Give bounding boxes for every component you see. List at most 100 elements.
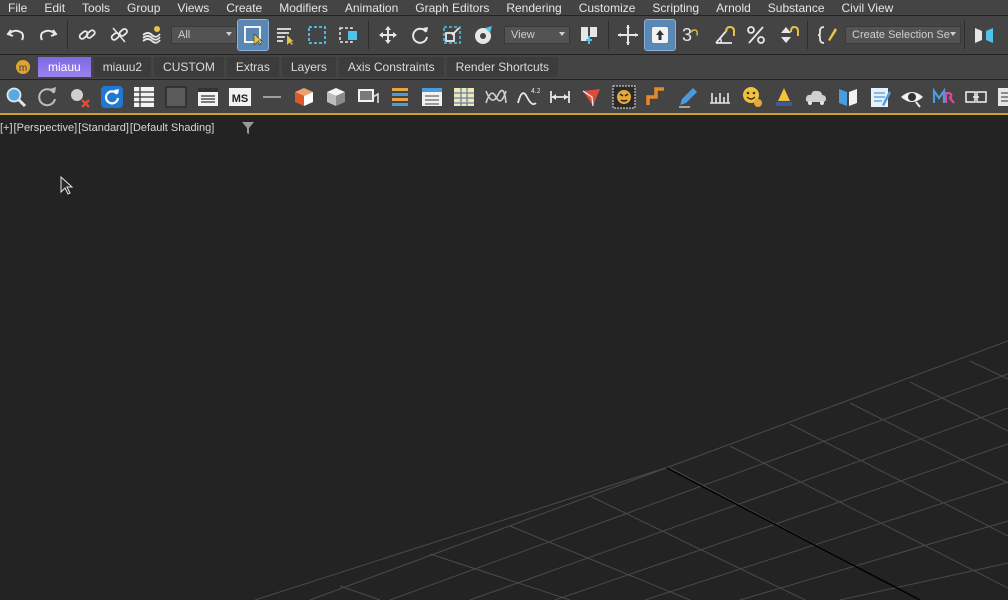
spinner-snap-button[interactable] (773, 20, 803, 50)
window-crossing-icon (339, 27, 357, 43)
menu-graph-editors[interactable]: Graph Editors (407, 1, 498, 15)
mirror-button[interactable] (969, 20, 999, 50)
menu-scripting[interactable]: Scripting (644, 1, 708, 15)
snap-toggle-button[interactable]: 3 (677, 20, 707, 50)
render-button[interactable] (355, 84, 381, 110)
tab-axis-constraints[interactable]: Axis Constraints (338, 57, 444, 77)
search-button[interactable] (3, 84, 29, 110)
table-button[interactable] (131, 84, 157, 110)
more-button[interactable] (995, 84, 1008, 110)
reset-button[interactable] (35, 84, 61, 110)
explorer-icon (422, 87, 442, 106)
grid-table-button[interactable] (451, 84, 477, 110)
tab-layers[interactable]: Layers (281, 57, 336, 77)
menu-bar: File Edit Tools Group Views Create Modifiers An… (0, 0, 1008, 15)
use-pivot-button[interactable] (574, 20, 604, 50)
refresh-button[interactable] (99, 84, 125, 110)
select-object-button[interactable] (237, 19, 269, 51)
menu-animation[interactable]: Animation (337, 1, 407, 15)
tab-render-shortcuts[interactable]: Render Shortcuts (446, 57, 558, 77)
panel-button[interactable] (195, 84, 221, 110)
named-selection-value: Create Selection Se (852, 29, 950, 41)
window-crossing-button[interactable] (334, 20, 364, 50)
connector-button[interactable] (963, 84, 989, 110)
measure-button[interactable] (547, 84, 573, 110)
notepad-button[interactable] (867, 84, 893, 110)
menu-file[interactable]: File (0, 1, 36, 15)
curve-editor-icon (485, 89, 507, 103)
perspective-viewport[interactable]: [+][Perspective][Standard][Default Shadi… (0, 116, 1008, 600)
smiley-button[interactable] (739, 84, 765, 110)
toolbar-separator (608, 21, 609, 49)
ruler-button[interactable] (707, 84, 733, 110)
delete-button[interactable] (67, 84, 93, 110)
menu-civil-view[interactable]: Civil View (834, 1, 903, 15)
pencil-button[interactable] (675, 84, 701, 110)
lamp-button[interactable] (771, 84, 797, 110)
mouse-cursor-icon (60, 176, 74, 195)
layers-button[interactable] (387, 84, 413, 110)
maxscript-button[interactable]: MS (227, 84, 253, 110)
reference-coordinate-dropdown[interactable]: View (504, 26, 570, 44)
pointer-button[interactable] (579, 84, 605, 110)
selection-filter-dropdown[interactable]: All (171, 26, 237, 44)
menu-modifiers[interactable]: Modifiers (271, 1, 337, 15)
keyboard-shortcut-override-button[interactable] (644, 19, 676, 51)
menu-substance[interactable]: Substance (760, 1, 834, 15)
hook-button[interactable] (643, 84, 669, 110)
tab-miauu2[interactable]: miauu2 (93, 57, 152, 77)
tab-miauu[interactable]: miauu (38, 57, 91, 77)
menu-customize[interactable]: Customize (571, 1, 645, 15)
move-icon (379, 26, 397, 44)
rect-selection-button[interactable] (302, 20, 332, 50)
filter-icon[interactable] (242, 122, 254, 134)
viewport-point-of-view[interactable]: [Perspective] (14, 122, 78, 134)
svg-text:MS: MS (232, 93, 249, 105)
selection-filter-value: All (178, 29, 191, 41)
box-button[interactable] (291, 84, 317, 110)
eye-button[interactable] (899, 84, 925, 110)
mr-button[interactable] (931, 84, 957, 110)
tiger-icon (612, 85, 636, 108)
link-button[interactable] (72, 20, 102, 50)
bind-spacewarp-button[interactable] (136, 20, 166, 50)
menu-edit[interactable]: Edit (36, 1, 74, 15)
viewport-menu-plus[interactable]: [+] (0, 122, 13, 134)
tab-list: miauu miauu2 CUSTOM Extras Layers Axis Constr… (38, 57, 561, 77)
mr-icon (932, 87, 955, 104)
tiger-button[interactable] (611, 84, 637, 110)
explorer-button[interactable] (419, 84, 445, 110)
menu-rendering[interactable]: Rendering (498, 1, 570, 15)
percent-snap-button[interactable] (741, 20, 771, 50)
scale-button[interactable] (437, 20, 467, 50)
line-button[interactable] (259, 84, 285, 110)
placement-button[interactable] (469, 20, 499, 50)
menu-arnold[interactable]: Arnold (708, 1, 760, 15)
curve-editor-button[interactable] (483, 84, 509, 110)
angle-snap-button[interactable] (709, 20, 739, 50)
material-button[interactable] (163, 84, 189, 110)
undo-button[interactable] (1, 20, 31, 50)
cube-button[interactable] (323, 84, 349, 110)
viewport-standard[interactable]: [Standard] (78, 122, 129, 134)
menu-tools[interactable]: Tools (74, 1, 119, 15)
redo-button[interactable] (33, 20, 63, 50)
menu-group[interactable]: Group (119, 1, 169, 15)
select-by-name-button[interactable] (270, 20, 300, 50)
named-selection-dropdown[interactable]: Create Selection Se (845, 26, 961, 44)
pointer-icon (582, 88, 600, 106)
flag-button[interactable] (835, 84, 861, 110)
tab-extras[interactable]: Extras (226, 57, 279, 77)
manipulate-button[interactable] (613, 20, 643, 50)
menu-create[interactable]: Create (218, 1, 271, 15)
app-logo[interactable]: m (12, 58, 34, 76)
tab-custom[interactable]: CUSTOM (154, 57, 224, 77)
viewport-shading-mode[interactable]: [Default Shading] (130, 122, 214, 134)
cloud-button[interactable] (803, 84, 829, 110)
edit-named-selection-button[interactable] (812, 20, 842, 50)
menu-views[interactable]: Views (169, 1, 218, 15)
rotate-button[interactable] (405, 20, 435, 50)
move-button[interactable] (373, 20, 403, 50)
unlink-button[interactable] (104, 20, 134, 50)
wave-button[interactable]: 4.2 (515, 84, 541, 110)
